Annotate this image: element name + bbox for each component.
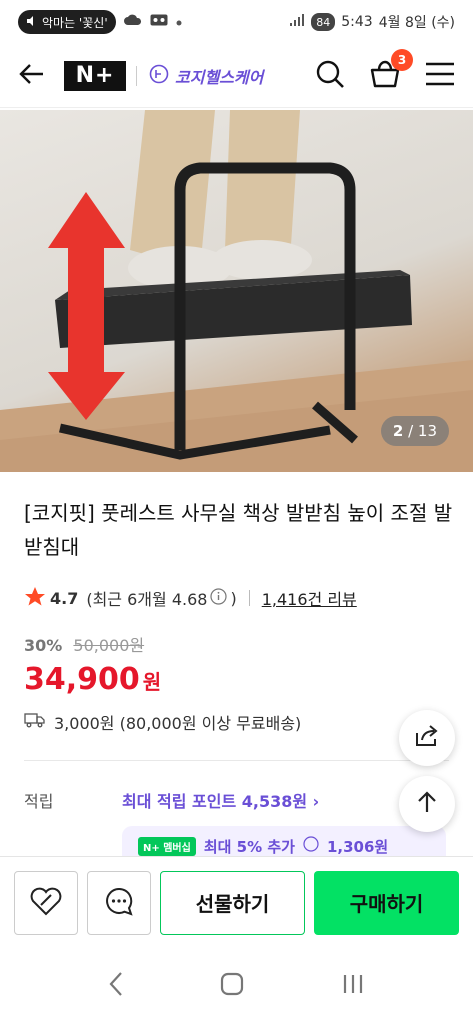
membership-extra: 최대 5% 추가 bbox=[203, 837, 295, 856]
original-price: 50,000원 bbox=[73, 636, 145, 655]
product-image-carousel[interactable]: 2 / 13 bbox=[0, 110, 473, 472]
points-label: 적립 bbox=[24, 792, 54, 811]
heart-icon bbox=[29, 886, 63, 920]
image-counter: 2 / 13 bbox=[380, 416, 449, 446]
share-icon bbox=[414, 724, 440, 752]
product-title: [코지핏] 풋레스트 사무실 책상 발받침 높이 조절 발받침대 bbox=[24, 501, 453, 559]
header-divider bbox=[136, 65, 137, 86]
max-points-link[interactable]: 최대 적립 포인트 4,538원 › bbox=[122, 788, 319, 812]
brand-logo-icon bbox=[149, 64, 169, 88]
bottom-action-bar: 선물하기 구매하기 bbox=[0, 856, 473, 948]
sale-price-row: 34,900 원 bbox=[24, 662, 161, 697]
image-index: 2 bbox=[392, 422, 404, 440]
sale-price: 34,900 bbox=[24, 662, 140, 697]
rating-row: 4.7 (최근 6개월 4.68 ) 1,416건 리뷰 bbox=[24, 586, 357, 610]
nav-recents-icon[interactable] bbox=[341, 973, 365, 999]
membership-info-icon bbox=[303, 836, 319, 856]
clock: 5:43 bbox=[341, 14, 373, 30]
gift-button[interactable]: 선물하기 bbox=[160, 870, 305, 935]
nav-back-icon[interactable] bbox=[108, 971, 124, 1001]
notification-text: 악마는 '꽃신' bbox=[42, 15, 108, 30]
top-header: N+ 코지헬스케어 3 bbox=[0, 44, 473, 108]
talk-button[interactable] bbox=[87, 870, 151, 935]
rating-score: 4.7 bbox=[50, 588, 79, 608]
recent-rating: (최근 6개월 4.68 bbox=[86, 590, 208, 609]
section-divider bbox=[24, 760, 449, 761]
arrow-up-icon bbox=[416, 790, 438, 818]
cart-count-badge: 3 bbox=[391, 48, 413, 71]
scroll-top-button[interactable] bbox=[399, 776, 455, 832]
media-notification[interactable]: 악마는 '꽃신' bbox=[18, 10, 116, 34]
points-row: 적립 최대 적립 포인트 4,538원 › bbox=[24, 788, 449, 812]
search-icon[interactable] bbox=[315, 59, 345, 93]
sale-currency: 원 bbox=[142, 670, 162, 694]
status-bar: 악마는 '꽃신' 84 5:43 4월 8일 (수) bbox=[0, 0, 473, 44]
dot-icon bbox=[176, 14, 182, 30]
voicemail-icon bbox=[150, 14, 168, 30]
nav-home-icon[interactable] bbox=[220, 972, 244, 1000]
rating-divider bbox=[248, 590, 250, 606]
system-nav-bar bbox=[0, 948, 473, 1024]
membership-chip: N+ 멤버십 bbox=[138, 836, 196, 856]
star-icon bbox=[24, 586, 46, 610]
shipping-text: 3,000원 (80,000원 이상 무료배송) bbox=[54, 714, 302, 733]
shipping-info: 3,000원 (80,000원 이상 무료배송) bbox=[24, 710, 301, 734]
truck-icon bbox=[24, 712, 46, 732]
share-button[interactable] bbox=[399, 710, 455, 766]
speaker-icon bbox=[26, 15, 38, 30]
price-block: 30% 50,000원 34,900 원 bbox=[24, 632, 161, 697]
hamburger-menu-icon[interactable] bbox=[425, 62, 455, 90]
cart-button[interactable]: 3 bbox=[369, 48, 413, 93]
info-icon[interactable] bbox=[210, 587, 228, 609]
membership-extra-points: 1,306원 bbox=[326, 837, 389, 856]
signal-icon bbox=[289, 13, 305, 31]
cart-icon bbox=[369, 60, 401, 93]
brand-store-link[interactable]: 코지헬스케어 bbox=[149, 64, 263, 88]
naver-plus-logo[interactable]: N+ bbox=[64, 60, 126, 91]
review-count-link[interactable]: 1,416건 리뷰 bbox=[262, 586, 357, 610]
back-arrow-icon[interactable] bbox=[18, 63, 44, 89]
chat-bubble-icon bbox=[104, 886, 134, 920]
battery-indicator: 84 bbox=[311, 13, 336, 31]
wishlist-button[interactable] bbox=[14, 870, 78, 935]
brand-name: 코지헬스케어 bbox=[175, 67, 264, 87]
discount-rate: 30% bbox=[24, 636, 63, 655]
weather-icon bbox=[123, 13, 142, 31]
recent-rating-close: ) bbox=[230, 588, 237, 608]
buy-button[interactable]: 구매하기 bbox=[314, 870, 459, 935]
date: 4월 8일 (수) bbox=[378, 15, 455, 31]
image-total: / 13 bbox=[408, 422, 437, 440]
